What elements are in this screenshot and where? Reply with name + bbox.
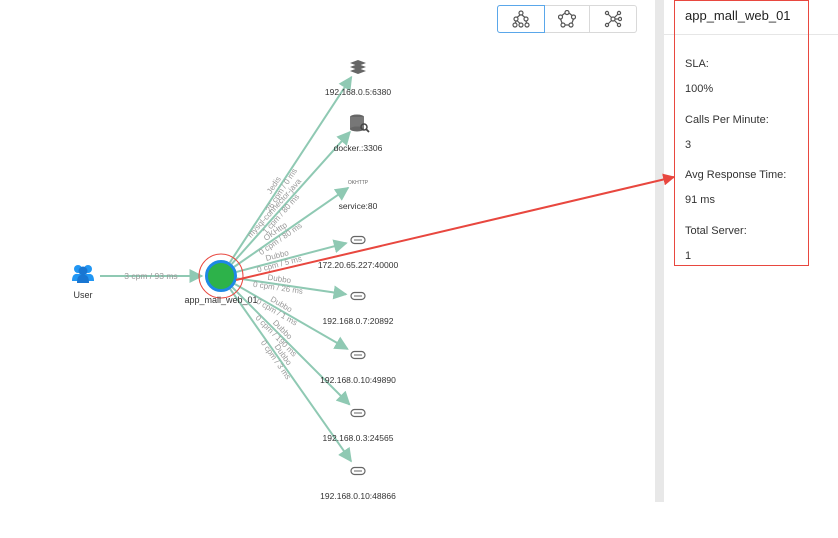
radial-layout-button[interactable]	[590, 6, 636, 32]
dubbo-icon	[350, 235, 366, 245]
topology-graph[interactable]: 3 cpm / 93 ms Jedis26 cpm / 0 msmysql-co…	[0, 0, 660, 538]
target-node[interactable]: 192.168.0.10:49890	[320, 350, 396, 386]
target-node-label: 192.168.0.5:6380	[325, 87, 391, 97]
target-node[interactable]: 192.168.0.3:24565	[323, 408, 394, 444]
target-node-label: docker.:3306	[334, 143, 383, 153]
target-node[interactable]: 192.168.0.7:20892	[323, 291, 394, 327]
target-node-label: 192.168.0.7:20892	[323, 316, 394, 326]
user-node[interactable]: User	[72, 265, 94, 300]
target-node[interactable]: 192.168.0.5:6380	[325, 60, 391, 97]
app-node-circle	[205, 260, 237, 292]
vertical-scrollbar[interactable]	[655, 0, 664, 502]
annotation-highlight-box	[674, 0, 809, 266]
tree-layout-icon	[512, 10, 530, 28]
target-node[interactable]: OKHTTP service:80	[339, 180, 378, 211]
user-node-label: User	[73, 290, 92, 300]
http-icon-text: OKHTTP	[348, 180, 369, 186]
layout-switch	[497, 5, 637, 33]
circle-layout-icon	[557, 10, 576, 28]
target-node-label: 192.168.0.3:24565	[323, 433, 394, 443]
target-node[interactable]: 172.20.65.227:40000	[318, 235, 399, 271]
radial-layout-icon	[604, 10, 623, 28]
target-node-label: 192.168.0.10:49890	[320, 375, 396, 385]
dubbo-icon	[350, 408, 366, 418]
target-node[interactable]: docker.:3306	[334, 114, 383, 154]
target-node[interactable]: 192.168.0.10:48866	[320, 466, 396, 502]
dubbo-icon	[350, 291, 366, 301]
dubbo-icon	[350, 466, 366, 476]
target-node-label: 192.168.0.10:48866	[320, 491, 396, 501]
app-node-label: app_mall_web_01	[184, 295, 257, 305]
edge-user-label: 3 cpm / 93 ms	[124, 271, 177, 281]
users-icon	[72, 265, 94, 283]
target-node-label: 172.20.65.227:40000	[318, 260, 399, 270]
dubbo-icon	[350, 350, 366, 360]
redis-icon	[350, 60, 366, 74]
target-node-label: service:80	[339, 201, 378, 211]
tree-layout-button[interactable]	[497, 5, 545, 33]
circle-layout-button[interactable]	[544, 6, 591, 32]
database-icon	[350, 114, 370, 133]
http-icon: OKHTTP	[348, 180, 369, 186]
